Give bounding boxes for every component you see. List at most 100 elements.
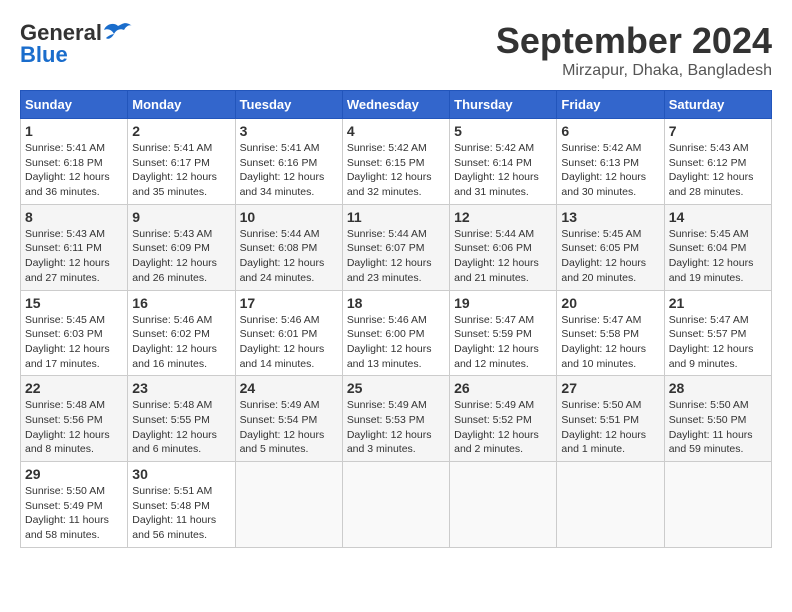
calendar-cell: 4Sunrise: 5:42 AM Sunset: 6:15 PM Daylig… bbox=[342, 119, 449, 205]
month-title: September 2024 bbox=[496, 20, 772, 62]
day-number: 1 bbox=[25, 123, 123, 139]
day-number: 2 bbox=[132, 123, 230, 139]
day-number: 27 bbox=[561, 380, 659, 396]
day-info: Sunrise: 5:49 AM Sunset: 5:54 PM Dayligh… bbox=[240, 398, 338, 457]
day-info: Sunrise: 5:46 AM Sunset: 6:00 PM Dayligh… bbox=[347, 313, 445, 372]
calendar-cell: 2 Sunrise: 5:41 AM Sunset: 6:17 PM Daylig… bbox=[128, 119, 235, 205]
page-header: General Blue September 2024 Mirzapur, Dh… bbox=[20, 20, 772, 80]
calendar-cell: 5 Sunrise: 5:42 AM Sunset: 6:14 PM Daylig… bbox=[450, 119, 557, 205]
day-number: 29 bbox=[25, 466, 123, 482]
day-number: 17 bbox=[240, 295, 338, 311]
day-number: 11 bbox=[347, 209, 445, 225]
day-info: Sunrise: 5:45 AM Sunset: 6:04 PM Dayligh… bbox=[669, 227, 767, 286]
day-info: Sunrise: 5:41 AM Sunset: 6:17 PM Dayligh… bbox=[132, 141, 230, 200]
day-info: Sunrise: 5:46 AM Sunset: 6:02 PM Dayligh… bbox=[132, 313, 230, 372]
calendar-cell: 24 Sunrise: 5:49 AM Sunset: 5:54 PM Dayli… bbox=[235, 376, 342, 462]
day-info: Sunrise: 5:46 AM Sunset: 6:01 PM Dayligh… bbox=[240, 313, 338, 372]
day-info: Sunrise: 5:41 AM Sunset: 6:18 PM Dayligh… bbox=[25, 141, 123, 200]
day-info: Sunrise: 5:43 AM Sunset: 6:12 PM Dayligh… bbox=[669, 141, 767, 200]
day-number: 8 bbox=[25, 209, 123, 225]
calendar-cell: 15 Sunrise: 5:45 AM Sunset: 6:03 PM Dayli… bbox=[21, 290, 128, 376]
day-number: 26 bbox=[454, 380, 552, 396]
calendar-week-row: 22 Sunrise: 5:48 AM Sunset: 5:56 PM Dayli… bbox=[21, 376, 772, 462]
day-info: Sunrise: 5:41 AM Sunset: 6:16 PM Dayligh… bbox=[240, 141, 338, 200]
day-number: 19 bbox=[454, 295, 552, 311]
day-number: 4 bbox=[347, 123, 445, 139]
weekday-header-friday: Friday bbox=[557, 91, 664, 119]
day-number: 22 bbox=[25, 380, 123, 396]
day-info: Sunrise: 5:42 AM Sunset: 6:14 PM Dayligh… bbox=[454, 141, 552, 200]
day-info: Sunrise: 5:44 AM Sunset: 6:08 PM Dayligh… bbox=[240, 227, 338, 286]
day-number: 23 bbox=[132, 380, 230, 396]
calendar-cell: 3 Sunrise: 5:41 AM Sunset: 6:16 PM Daylig… bbox=[235, 119, 342, 205]
day-info: Sunrise: 5:47 AM Sunset: 5:57 PM Dayligh… bbox=[669, 313, 767, 372]
calendar-cell: 9 Sunrise: 5:43 AM Sunset: 6:09 PM Daylig… bbox=[128, 204, 235, 290]
calendar-cell: 27 Sunrise: 5:50 AM Sunset: 5:51 PM Dayli… bbox=[557, 376, 664, 462]
day-number: 25 bbox=[347, 380, 445, 396]
day-info: Sunrise: 5:47 AM Sunset: 5:59 PM Dayligh… bbox=[454, 313, 552, 372]
day-number: 16 bbox=[132, 295, 230, 311]
calendar-cell: 23 Sunrise: 5:48 AM Sunset: 5:55 PM Dayli… bbox=[128, 376, 235, 462]
calendar-cell: 18Sunrise: 5:46 AM Sunset: 6:00 PM Dayli… bbox=[342, 290, 449, 376]
calendar-cell bbox=[342, 462, 449, 548]
title-block: September 2024 Mirzapur, Dhaka, Banglade… bbox=[496, 20, 772, 80]
calendar-cell: 13Sunrise: 5:45 AM Sunset: 6:05 PM Dayli… bbox=[557, 204, 664, 290]
day-info: Sunrise: 5:49 AM Sunset: 5:52 PM Dayligh… bbox=[454, 398, 552, 457]
calendar-cell: 20 Sunrise: 5:47 AM Sunset: 5:58 PM Dayli… bbox=[557, 290, 664, 376]
day-number: 3 bbox=[240, 123, 338, 139]
calendar-cell bbox=[664, 462, 771, 548]
calendar-cell: 21Sunrise: 5:47 AM Sunset: 5:57 PM Dayli… bbox=[664, 290, 771, 376]
calendar-cell: 14 Sunrise: 5:45 AM Sunset: 6:04 PM Dayli… bbox=[664, 204, 771, 290]
day-info: Sunrise: 5:48 AM Sunset: 5:56 PM Dayligh… bbox=[25, 398, 123, 457]
calendar-cell: 30Sunrise: 5:51 AM Sunset: 5:48 PM Dayli… bbox=[128, 462, 235, 548]
day-info: Sunrise: 5:48 AM Sunset: 5:55 PM Dayligh… bbox=[132, 398, 230, 457]
calendar-cell: 7Sunrise: 5:43 AM Sunset: 6:12 PM Daylig… bbox=[664, 119, 771, 205]
calendar-cell: 29 Sunrise: 5:50 AM Sunset: 5:49 PM Dayli… bbox=[21, 462, 128, 548]
calendar-week-row: 29 Sunrise: 5:50 AM Sunset: 5:49 PM Dayli… bbox=[21, 462, 772, 548]
day-info: Sunrise: 5:44 AM Sunset: 6:07 PM Dayligh… bbox=[347, 227, 445, 286]
calendar-cell: 1 Sunrise: 5:41 AM Sunset: 6:18 PM Daylig… bbox=[21, 119, 128, 205]
day-number: 14 bbox=[669, 209, 767, 225]
day-number: 15 bbox=[25, 295, 123, 311]
day-number: 20 bbox=[561, 295, 659, 311]
location: Mirzapur, Dhaka, Bangladesh bbox=[496, 62, 772, 80]
calendar-cell: 11 Sunrise: 5:44 AM Sunset: 6:07 PM Dayli… bbox=[342, 204, 449, 290]
weekday-header-tuesday: Tuesday bbox=[235, 91, 342, 119]
calendar-cell bbox=[235, 462, 342, 548]
day-number: 9 bbox=[132, 209, 230, 225]
day-number: 13 bbox=[561, 209, 659, 225]
calendar-cell: 6 Sunrise: 5:42 AM Sunset: 6:13 PM Daylig… bbox=[557, 119, 664, 205]
calendar-cell: 25Sunrise: 5:49 AM Sunset: 5:53 PM Dayli… bbox=[342, 376, 449, 462]
day-info: Sunrise: 5:44 AM Sunset: 6:06 PM Dayligh… bbox=[454, 227, 552, 286]
weekday-header-thursday: Thursday bbox=[450, 91, 557, 119]
day-info: Sunrise: 5:45 AM Sunset: 6:03 PM Dayligh… bbox=[25, 313, 123, 372]
calendar-cell: 28Sunrise: 5:50 AM Sunset: 5:50 PM Dayli… bbox=[664, 376, 771, 462]
day-info: Sunrise: 5:47 AM Sunset: 5:58 PM Dayligh… bbox=[561, 313, 659, 372]
day-info: Sunrise: 5:51 AM Sunset: 5:48 PM Dayligh… bbox=[132, 484, 230, 543]
weekday-header-sunday: Sunday bbox=[21, 91, 128, 119]
day-info: Sunrise: 5:50 AM Sunset: 5:49 PM Dayligh… bbox=[25, 484, 123, 543]
calendar-cell: 17 Sunrise: 5:46 AM Sunset: 6:01 PM Dayli… bbox=[235, 290, 342, 376]
logo: General Blue bbox=[20, 20, 132, 68]
day-info: Sunrise: 5:42 AM Sunset: 6:13 PM Dayligh… bbox=[561, 141, 659, 200]
calendar-cell: 8Sunrise: 5:43 AM Sunset: 6:11 PM Daylig… bbox=[21, 204, 128, 290]
calendar-cell: 22 Sunrise: 5:48 AM Sunset: 5:56 PM Dayli… bbox=[21, 376, 128, 462]
weekday-header-monday: Monday bbox=[128, 91, 235, 119]
calendar-cell: 19 Sunrise: 5:47 AM Sunset: 5:59 PM Dayli… bbox=[450, 290, 557, 376]
day-number: 6 bbox=[561, 123, 659, 139]
calendar-cell: 16 Sunrise: 5:46 AM Sunset: 6:02 PM Dayli… bbox=[128, 290, 235, 376]
weekday-header-saturday: Saturday bbox=[664, 91, 771, 119]
calendar-cell bbox=[450, 462, 557, 548]
calendar-cell: 26 Sunrise: 5:49 AM Sunset: 5:52 PM Dayli… bbox=[450, 376, 557, 462]
day-info: Sunrise: 5:43 AM Sunset: 6:09 PM Dayligh… bbox=[132, 227, 230, 286]
day-number: 24 bbox=[240, 380, 338, 396]
calendar-cell bbox=[557, 462, 664, 548]
logo-bird-icon bbox=[104, 22, 132, 44]
weekday-header-wednesday: Wednesday bbox=[342, 91, 449, 119]
calendar-week-row: 8Sunrise: 5:43 AM Sunset: 6:11 PM Daylig… bbox=[21, 204, 772, 290]
day-number: 5 bbox=[454, 123, 552, 139]
calendar-cell: 12 Sunrise: 5:44 AM Sunset: 6:06 PM Dayli… bbox=[450, 204, 557, 290]
day-number: 12 bbox=[454, 209, 552, 225]
calendar-week-row: 1 Sunrise: 5:41 AM Sunset: 6:18 PM Daylig… bbox=[21, 119, 772, 205]
day-info: Sunrise: 5:50 AM Sunset: 5:51 PM Dayligh… bbox=[561, 398, 659, 457]
